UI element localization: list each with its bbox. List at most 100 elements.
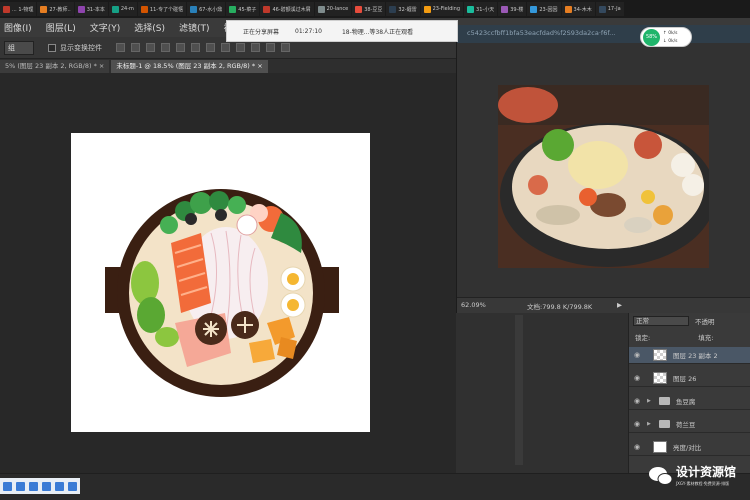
layer-row[interactable]: ◉ ▶ 鱼豆腐 [629,393,750,410]
distribute-top-icon[interactable] [206,43,215,52]
taskbar-item-label: 39-楼 [510,6,524,13]
taskbar-item-label: 11-专了个碰惬 [149,6,184,13]
zoom-level[interactable]: 62.09% [461,301,486,309]
document-tab[interactable]: 未标题-1 @ 18.5% (图层 23 副本 2, RGB/8) * × [111,60,268,73]
app-icon [423,5,431,13]
taskbar-item[interactable]: 23-Fielding [420,2,464,16]
layer-thumbnail [653,349,667,361]
taskbar-item-label: 34-木木 [573,6,592,13]
taskbar-item[interactable]: 31-本本 [74,2,108,16]
folder-icon [658,420,670,428]
taskbar-item[interactable]: 46-碧额溪过木屑 [260,2,314,16]
hotpot-photo [498,85,709,268]
status-arrow-icon[interactable]: ▶ [617,301,622,309]
tray-icon-5[interactable] [55,481,64,491]
taskbar-item[interactable]: 34-木木 [561,2,595,16]
align-right-icon[interactable] [191,43,200,52]
reference-titlebar[interactable]: c5423ccfbff1bfa53eacfdad%f2S93da2ca·f6f.… [457,25,750,43]
app-icon [40,5,48,13]
menu-item[interactable]: 文字(Y) [90,21,121,34]
visibility-eye-icon[interactable]: ◉ [629,420,645,428]
distribute-right-icon[interactable] [281,43,290,52]
taskbar-item[interactable]: 31-小天 [464,2,498,16]
menu-item[interactable]: 图像(I) [4,21,32,34]
layer-row[interactable]: ◉ ▶ 荷兰豆 [629,416,750,433]
app-icon [229,5,237,13]
menu-item[interactable]: 滤镜(T) [179,21,210,34]
taskbar-item[interactable]: 23-因因 [527,2,561,16]
layer-row[interactable]: ◉ 亮度/对比 [629,439,750,456]
lock-label: 锁定: [635,334,651,342]
distribute-bottom-icon[interactable] [236,43,245,52]
distribute-left-icon[interactable] [251,43,260,52]
align-center-icon[interactable] [176,43,185,52]
layer-row[interactable]: ◉ 图层 26 [629,370,750,387]
align-bottom-icon[interactable] [146,43,155,52]
taskbar-item-label: 27-教师.. [49,6,71,13]
taskbar-item[interactable]: 17-Ja [595,2,624,16]
auto-select-dropdown[interactable]: 组 [4,40,34,55]
document-canvas[interactable] [71,133,370,432]
align-middle-icon[interactable] [131,43,140,52]
network-speed-widget[interactable]: 58% ↑ 0k/s ↓ 0k/s [640,27,692,47]
taskbar-item-label: 32-緾雷 [398,6,417,13]
taskbar-item[interactable]: 39-楼 [498,2,527,16]
canvas-area[interactable] [0,73,456,473]
photoshop-screen: ... 1-物理 27-教师.. 31-本本 24-m 11-专了个碰惬 67-水小鼎 45… [0,0,750,500]
tray-icon-6[interactable] [68,481,77,491]
upload-speed: ↑ 0k/s [663,31,678,36]
taskbar-item-label: 23-因因 [539,6,558,13]
layer-name: 鱼豆腐 [675,398,696,406]
taskbar-item[interactable]: 32-緾雷 [386,2,420,16]
taskbar-item[interactable]: 45-菜子 [226,2,260,16]
align-left-icon[interactable] [161,43,170,52]
taskbar-item[interactable]: 27-教师.. [37,2,74,16]
taskbar-item-label: ... 1-物理 [12,6,34,13]
taskbar-item[interactable]: ... 1-物理 [0,2,37,16]
taskbar-item[interactable]: 38-豆豆 [352,2,386,16]
reference-body [457,43,750,297]
tray-icon-1[interactable] [3,481,12,491]
distribute-center-icon[interactable] [266,43,275,52]
blend-mode-select[interactable]: 正常 [633,316,689,326]
tray-icon-2[interactable] [16,481,25,491]
layer-row[interactable]: ◉ 图层 23 副本 2 [629,347,750,364]
reference-status-bar: 62.09% 文档:799.8 K/799.8K ▶ [457,297,750,313]
tray-icon-4[interactable] [42,481,51,491]
visibility-eye-icon[interactable]: ◉ [629,397,645,405]
tray-icon-3[interactable] [29,481,38,491]
layer-name: 图层 26 [673,375,697,383]
taskbar-item-label: 31-本本 [86,6,105,13]
expand-triangle-icon[interactable]: ▶ [647,398,651,404]
document-tabs: 5% (图层 23 副本 2, RGB/8) * × 未标题-1 @ 18.5% … [0,59,456,73]
taskbar-item-label: 24-m [120,6,134,12]
visibility-eye-icon[interactable]: ◉ [629,351,645,359]
show-transform-checkbox[interactable] [48,43,56,52]
taskbar-item-label: 20-lance [326,6,349,12]
taskbar-item[interactable]: 11-专了个碰惬 [137,2,187,16]
document-tab[interactable]: 5% (图层 23 副本 2, RGB/8) * × [0,60,110,73]
taskbar-item[interactable]: 67-水小鼎 [187,2,226,16]
distribute-middle-icon[interactable] [221,43,230,52]
visibility-eye-icon[interactable]: ◉ [629,374,645,382]
scrollbar[interactable] [515,315,523,465]
watermark-subtitle: JXGY·素材教程·免费资源·排版 [676,481,730,486]
reference-filename: c5423ccfbff1bfa53eacfdad%f2S93da2ca·f6f.… [467,29,616,37]
app-icon [140,5,148,13]
align-top-icon[interactable] [116,43,125,52]
menu-item[interactable]: 选择(S) [134,21,165,34]
screen-share-banner: 正在分享屏幕 01:27:10 18-物理...等38人正在观看 [226,20,458,42]
visibility-eye-icon[interactable]: ◉ [629,443,645,451]
reference-window[interactable]: c5423ccfbff1bfa53eacfdad%f2S93da2ca·f6f.… [456,25,750,313]
wechat-icon [649,467,673,485]
opacity-label: 不透明 [695,318,715,326]
folder-icon [658,397,670,405]
taskbar-item[interactable]: 24-m [108,2,137,16]
hotpot-illustration [105,189,339,397]
menu-item[interactable]: 图层(L) [46,21,76,34]
expand-triangle-icon[interactable]: ▶ [647,421,651,427]
share-viewers[interactable]: 18-物理...等38人正在观看 [342,27,413,36]
app-icon [263,5,271,13]
layer-thumbnail [653,372,667,384]
taskbar-item[interactable]: 20-lance [314,2,352,16]
